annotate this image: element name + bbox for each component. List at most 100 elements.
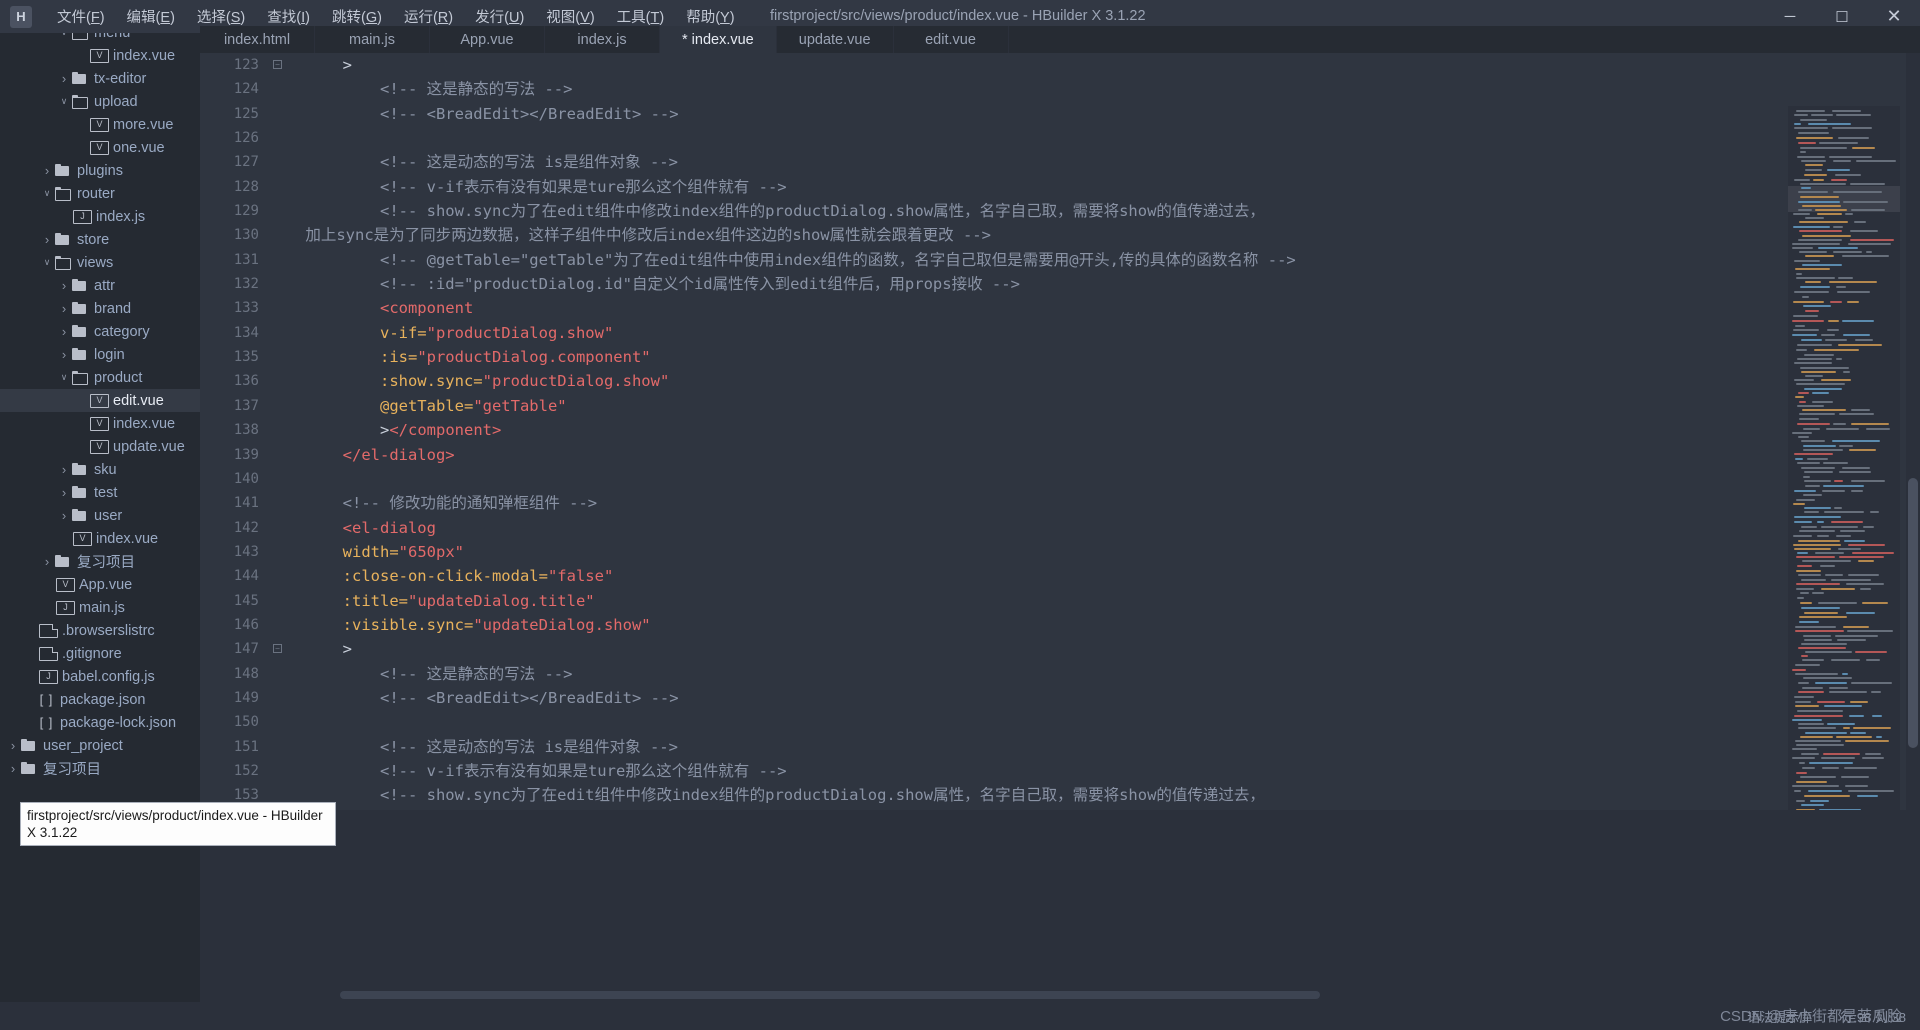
minimap-line [1802, 235, 1851, 237]
minimap-line [1821, 334, 1835, 336]
editor-tab[interactable]: main.js [315, 26, 430, 53]
tree-item-label: tx-editor [94, 70, 147, 87]
minimap-line [1843, 371, 1850, 373]
chevron-down-icon[interactable]: ∨ [40, 257, 54, 268]
watermark: CSDN @唐小街都是苦瓜脸 [1720, 1008, 1902, 1025]
editor-tab[interactable]: * index.vue [660, 26, 777, 53]
minimap[interactable] [1788, 106, 1900, 810]
minimap-line [1798, 727, 1836, 729]
line-number: 140 [233, 470, 259, 487]
chevron-right-icon[interactable]: › [57, 485, 71, 500]
tree-item-test[interactable]: › test [0, 481, 200, 504]
tree-item-user[interactable]: › user [0, 504, 200, 527]
tree-item-one.vue[interactable]: Vone.vue [0, 136, 200, 159]
minimap-line [1798, 142, 1816, 144]
tree-item-more.vue[interactable]: Vmore.vue [0, 113, 200, 136]
chevron-down-icon[interactable]: ∨ [57, 372, 71, 383]
chevron-right-icon[interactable]: › [6, 738, 20, 753]
code-line: > [268, 53, 1920, 77]
tree-item-App.vue[interactable]: V App.vue [0, 573, 200, 596]
chevron-right-icon[interactable]: › [40, 232, 54, 247]
editor-tab[interactable]: edit.vue [893, 26, 1009, 53]
chevron-down-icon[interactable]: ∨ [57, 96, 71, 107]
chevron-right-icon[interactable]: › [57, 508, 71, 523]
tree-item-label: package-lock.json [60, 714, 177, 731]
line-number: 149 [233, 689, 259, 706]
minimap-line [1794, 521, 1812, 523]
chevron-right-icon[interactable]: › [57, 324, 71, 339]
minimap-line [1805, 375, 1823, 377]
tree-item-views[interactable]: ∨ views [0, 251, 200, 274]
chevron-right-icon[interactable]: › [57, 347, 71, 362]
chevron-right-icon[interactable]: › [40, 554, 54, 569]
tree-item-category[interactable]: › category [0, 320, 200, 343]
menu-edit[interactable]: 编辑(E) [116, 2, 186, 31]
chevron-right-icon[interactable]: › [57, 462, 71, 477]
tree-item-package-lock.json[interactable]: [ ] package-lock.json [0, 711, 200, 734]
minimap-line [1802, 560, 1851, 562]
tree-item-store[interactable]: › store [0, 228, 200, 251]
tree-item-attr[interactable]: › attr [0, 274, 200, 297]
menu-file[interactable]: 文件(F) [46, 2, 116, 31]
folder-icon [54, 232, 73, 248]
code-token: @getTable= [379, 396, 474, 415]
tree-item-router[interactable]: ∨ router [0, 182, 200, 205]
chevron-right-icon[interactable]: › [6, 761, 20, 776]
chevron-down-icon[interactable]: ∨ [40, 188, 54, 199]
tree-item-login[interactable]: › login [0, 343, 200, 366]
hbuilderx-window: H 文件(F) 编辑(E) 选择(S) 查找(I) 跳转(G) 运行(R) 发行(U) 视图(… [0, 0, 1920, 1030]
tree-item-babel.config.js[interactable]: Jbabel.config.js [0, 665, 200, 688]
minimap-line [1837, 291, 1870, 293]
chevron-right-icon[interactable]: › [40, 163, 54, 178]
tree-item-tx-editor[interactable]: › tx-editor [0, 67, 200, 90]
minimap-line [1839, 556, 1884, 558]
tree-item-index.js[interactable]: Jindex.js [0, 205, 200, 228]
vertical-scrollbar[interactable] [1906, 53, 1920, 810]
project-explorer[interactable]: ∨ menu Vindex.vue › tx-editor ∨ upload Vmore.vu… [0, 33, 200, 1030]
tree-item-upload[interactable]: ∨ upload [0, 90, 200, 113]
tree-item-label: .browserslistrc [62, 622, 155, 639]
editor-tab[interactable]: index.js [545, 26, 660, 53]
code-editor[interactable]: 123− 124 125 126 127 128 129 130 131 132 133 134 135… [200, 53, 1920, 810]
tree-item-plugins[interactable]: › plugins [0, 159, 200, 182]
line-number: 148 [233, 665, 259, 682]
editor-tab[interactable]: App.vue [430, 26, 545, 53]
tree-item-index.vue[interactable]: Vindex.vue [0, 412, 200, 435]
tree-item-menu[interactable]: ∨ menu [0, 33, 200, 44]
editor-tab[interactable]: update.vue [776, 26, 894, 53]
tree-item-user_project[interactable]: › user_project [0, 734, 200, 757]
chevron-right-icon[interactable]: › [57, 71, 71, 86]
horizontal-scrollbar[interactable] [200, 990, 1906, 1000]
minimap-line [1827, 723, 1855, 725]
folder-open-icon [71, 94, 90, 110]
vertical-scroll-thumb[interactable] [1908, 478, 1918, 748]
tree-item-index.vue[interactable]: Vindex.vue [0, 527, 200, 550]
minimap-line [1801, 440, 1825, 442]
editor-tab[interactable]: index.html [200, 26, 315, 53]
tree-item-package.json[interactable]: [ ] package.json [0, 688, 200, 711]
minimap-line [1818, 602, 1857, 604]
code-content[interactable]: > <!-- 这是静态的写法 --> <!-- <BreadEdit></Bre… [268, 53, 1920, 810]
chevron-right-icon[interactable]: › [57, 301, 71, 316]
code-token: <!-- 这是静态的写法 --> [268, 80, 573, 99]
horizontal-scroll-thumb[interactable] [340, 991, 1320, 999]
tree-item-product[interactable]: ∨ product [0, 366, 200, 389]
tree-item-brand[interactable]: › brand [0, 297, 200, 320]
tree-item-sku[interactable]: › sku [0, 458, 200, 481]
tree-item-main.js[interactable]: Jmain.js [0, 596, 200, 619]
tree-item-update.vue[interactable]: Vupdate.vue [0, 435, 200, 458]
minimap-line [1805, 169, 1822, 171]
tree-item-label: 复习项目 [77, 555, 135, 571]
tree-item-[interactable]: › 复习项目 [0, 550, 200, 573]
tree-item-edit.vue[interactable]: Vedit.vue [0, 389, 200, 412]
chevron-right-icon[interactable]: › [57, 278, 71, 293]
tree-item-.gitignore[interactable]: .gitignore [0, 642, 200, 665]
tree-item-.browserslistrc[interactable]: .browserslistrc [0, 619, 200, 642]
minimap-line [1827, 329, 1839, 331]
chevron-down-icon[interactable]: ∨ [57, 33, 71, 38]
code-token: "650px" [398, 542, 464, 561]
tree-item-[interactable]: › 复习项目 [0, 757, 200, 780]
tree-item-label: sku [94, 461, 117, 478]
tree-item-index.vue[interactable]: Vindex.vue [0, 44, 200, 67]
